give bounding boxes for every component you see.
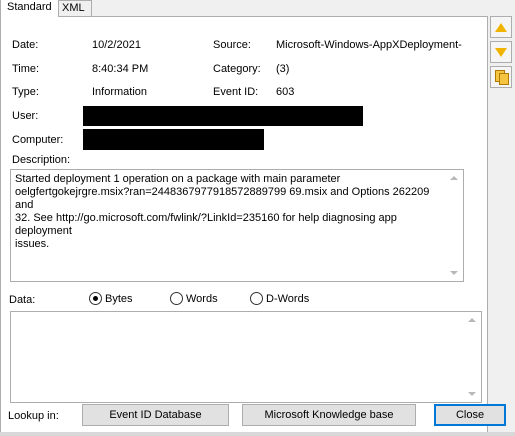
date-value: 10/2/2021: [92, 39, 141, 51]
bytes-radio-label[interactable]: Bytes: [105, 292, 133, 306]
time-label: Time:: [12, 63, 40, 75]
event-id-database-button[interactable]: Event ID Database: [82, 404, 229, 426]
bytes-radio[interactable]: [89, 292, 102, 305]
data-scrollbar[interactable]: [464, 312, 481, 402]
category-label: Category:: [213, 63, 261, 75]
time-value: 8:40:34 PM: [92, 63, 149, 75]
category-value: (3): [276, 63, 290, 75]
data-textbox[interactable]: [10, 311, 482, 403]
copy-icon: [499, 73, 509, 85]
user-label: User:: [12, 110, 39, 122]
bottom-edge: [0, 432, 515, 436]
tab-xml[interactable]: XML: [55, 0, 92, 16]
dwords-radio[interactable]: [250, 292, 263, 305]
source-value: Microsoft-Windows-AppXDeployment-: [276, 39, 462, 51]
data-scroll-up-icon[interactable]: [468, 318, 476, 322]
tab-standard[interactable]: Standard: [0, 0, 59, 17]
scroll-down-icon[interactable]: [450, 271, 458, 275]
close-button[interactable]: Close: [434, 404, 506, 426]
words-radio-label[interactable]: Words: [186, 292, 218, 306]
type-value: Information: [92, 86, 148, 98]
data-scroll-down-icon[interactable]: [468, 392, 476, 396]
user-redaction: [83, 106, 363, 126]
scroll-up-icon[interactable]: [450, 176, 458, 180]
source-label: Source:: [213, 39, 251, 51]
dwords-radio-label[interactable]: D-Words: [266, 292, 309, 306]
description-text: Started deployment 1 operation on a pack…: [15, 173, 430, 250]
type-label: Type:: [12, 86, 39, 98]
date-label: Date:: [12, 39, 39, 51]
words-radio[interactable]: [170, 292, 183, 305]
description-textbox[interactable]: Started deployment 1 operation on a pack…: [10, 169, 464, 282]
knowledge-base-button[interactable]: Microsoft Knowledge base: [242, 404, 416, 426]
computer-redaction: [83, 129, 264, 150]
arrow-up-icon: [495, 23, 507, 32]
lookup-label: Lookup in:: [8, 410, 59, 422]
arrow-down-icon: [495, 48, 507, 57]
copy-button[interactable]: [490, 66, 512, 88]
computer-label: Computer:: [12, 134, 64, 146]
description-scrollbar[interactable]: [446, 170, 463, 281]
event-id-value: 603: [276, 86, 295, 98]
next-event-button[interactable]: [490, 41, 512, 63]
previous-event-button[interactable]: [490, 16, 512, 38]
description-label: Description:: [12, 154, 71, 166]
event-details-panel: Date: 10/2/2021 Source: Microsoft-Window…: [0, 16, 506, 436]
tab-strip: Standard XML: [0, 0, 515, 17]
event-id-label: Event ID:: [213, 86, 259, 98]
data-label: Data:: [9, 294, 36, 306]
